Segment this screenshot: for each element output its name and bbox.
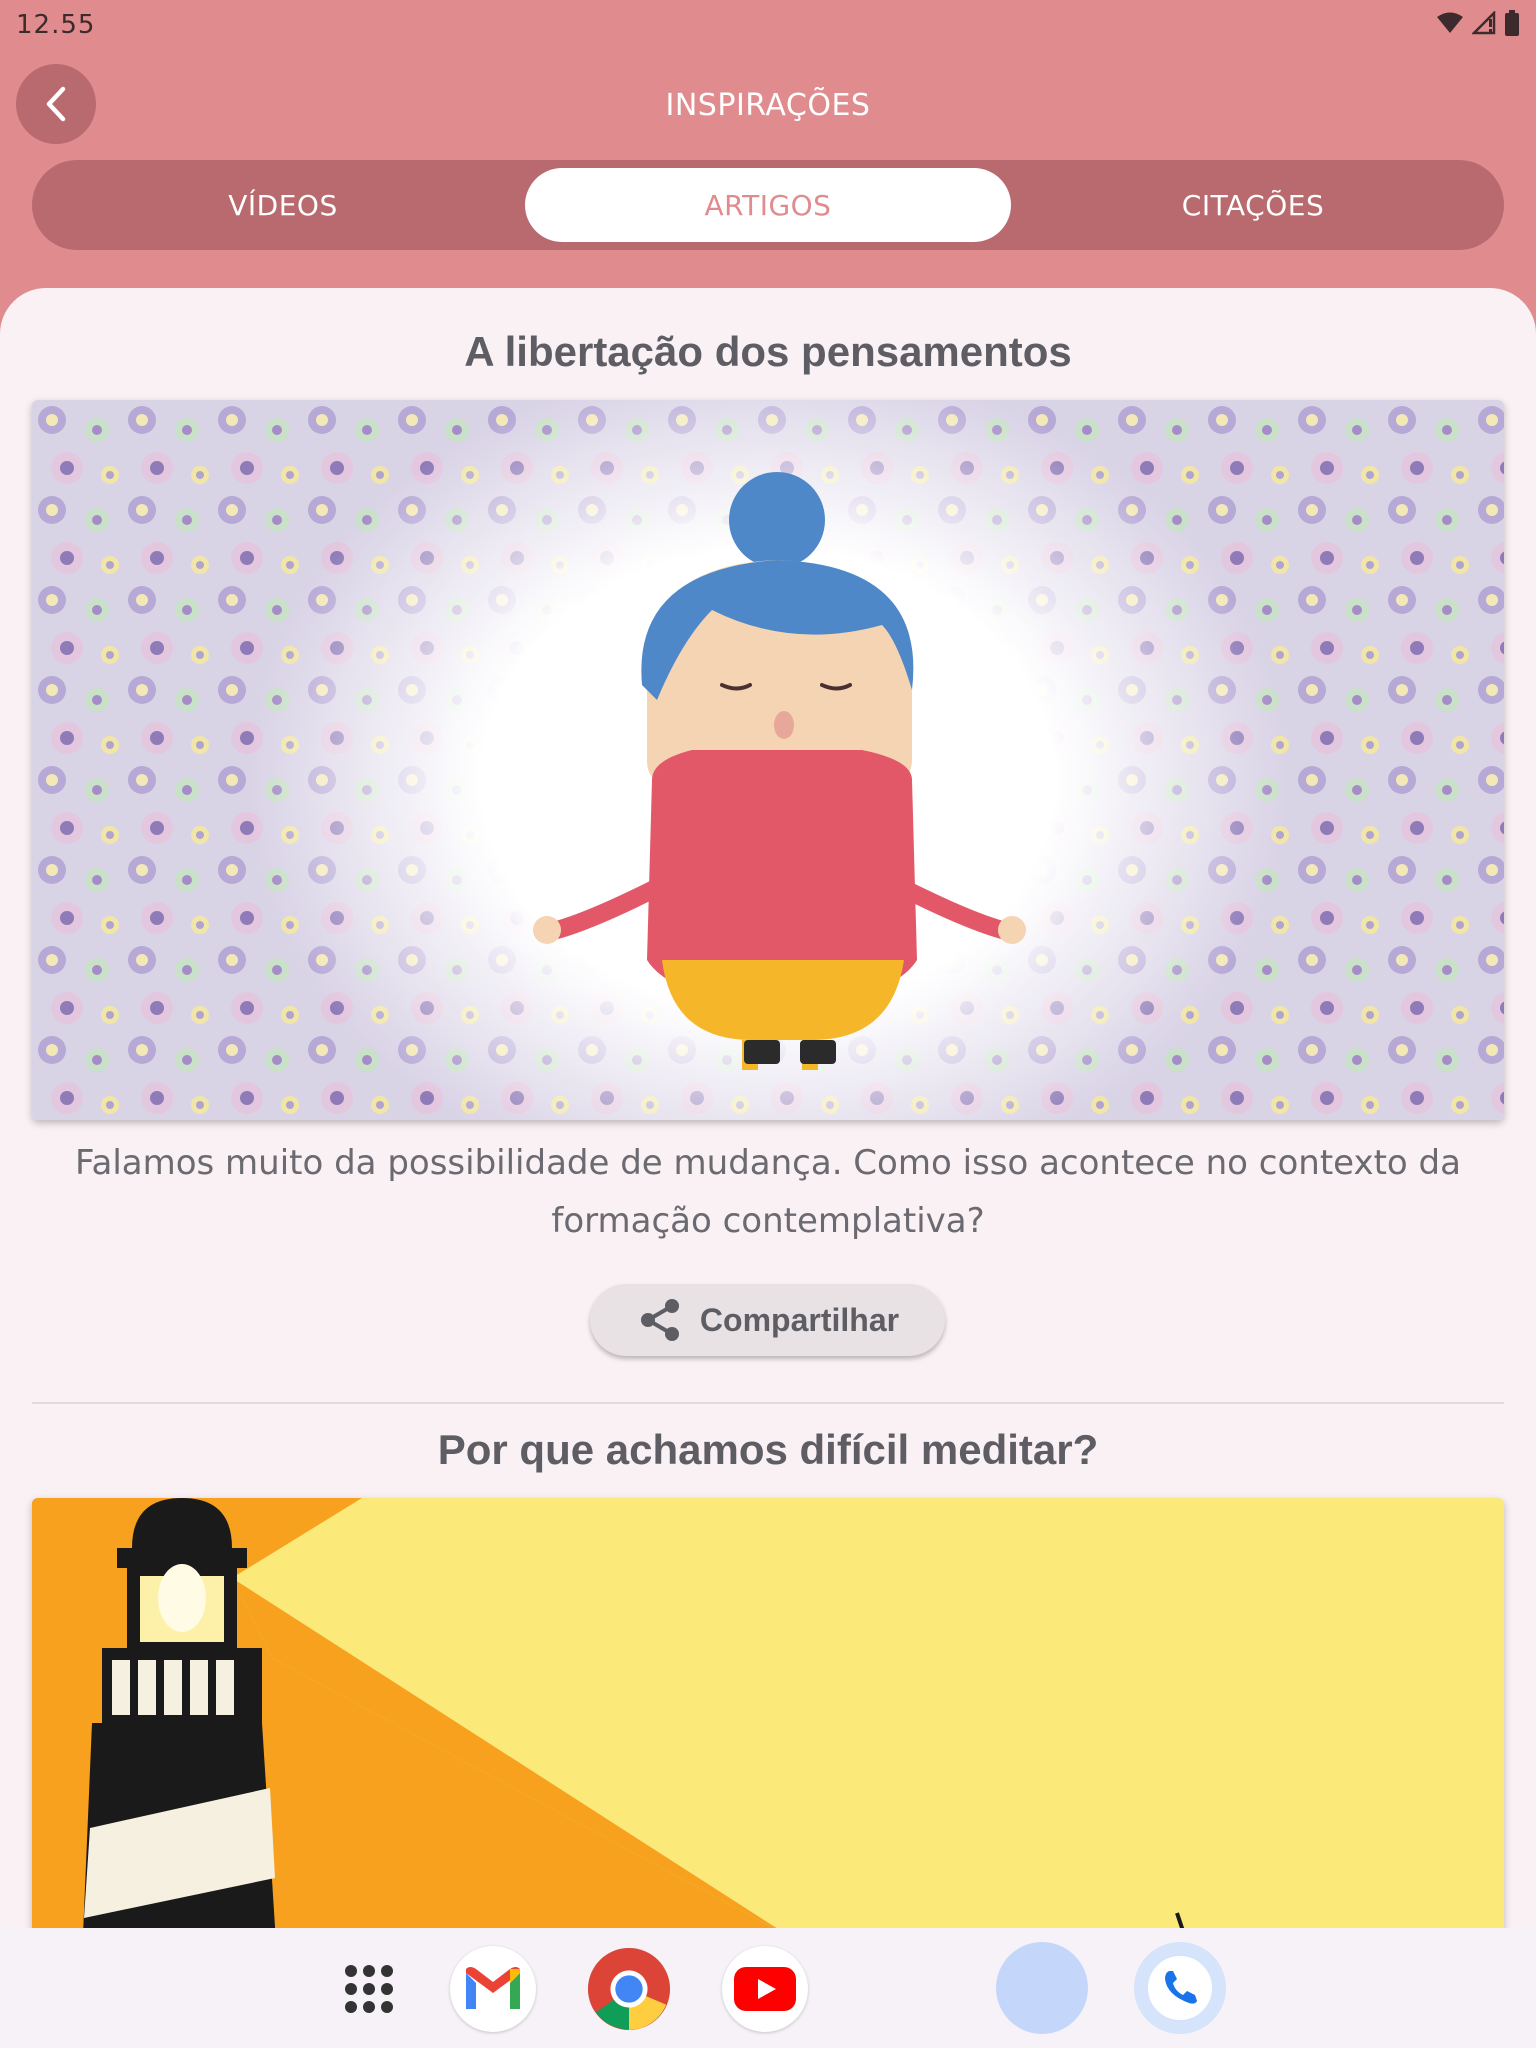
app-dock xyxy=(0,1928,1536,2048)
article-summary: Falamos muito da possibilidade de mudanç… xyxy=(75,1143,1461,1241)
battery-icon xyxy=(1505,10,1519,36)
gmail-icon[interactable] xyxy=(450,1946,536,2032)
article-title: A libertação dos pensamentos xyxy=(464,328,1072,375)
article-image-lighthouse[interactable] xyxy=(32,1498,1504,1928)
share-button[interactable]: Compartilhar xyxy=(590,1284,945,1356)
share-icon xyxy=(640,1299,679,1341)
status-bar: 12.55 xyxy=(0,0,1536,52)
page-title: INSPIRAÇÕES xyxy=(665,88,871,123)
chrome-icon[interactable] xyxy=(586,1946,672,2032)
article-image-meditation[interactable] xyxy=(32,400,1504,1120)
blank-app-icon[interactable] xyxy=(996,1942,1088,2034)
article-list: A libertação dos pensamentos Falamos mui… xyxy=(0,288,1536,1928)
tab-bar: VÍDEOS ARTIGOS CITAÇÕES xyxy=(32,160,1504,250)
divider xyxy=(32,1402,1504,1404)
signal-icon xyxy=(1472,11,1496,35)
youtube-icon[interactable] xyxy=(722,1946,808,2032)
status-time: 12.55 xyxy=(16,10,96,40)
tab-citacoes[interactable]: CITAÇÕES xyxy=(1010,168,1496,242)
status-icons xyxy=(1436,10,1520,36)
tab-artigos[interactable]: ARTIGOS xyxy=(525,168,1011,242)
article-title: Por que achamos difícil meditar? xyxy=(437,1426,1099,1473)
app-header: INSPIRAÇÕES xyxy=(0,52,1536,156)
tab-videos[interactable]: VÍDEOS xyxy=(40,168,526,242)
lighthouse-illustration xyxy=(32,1498,1504,1928)
wifi-icon xyxy=(1437,12,1463,33)
share-label: Compartilhar xyxy=(699,1301,900,1338)
meditation-illustration xyxy=(32,400,1504,1120)
phone-icon[interactable] xyxy=(1134,1942,1226,2034)
app-drawer-icon[interactable] xyxy=(326,1946,412,2032)
